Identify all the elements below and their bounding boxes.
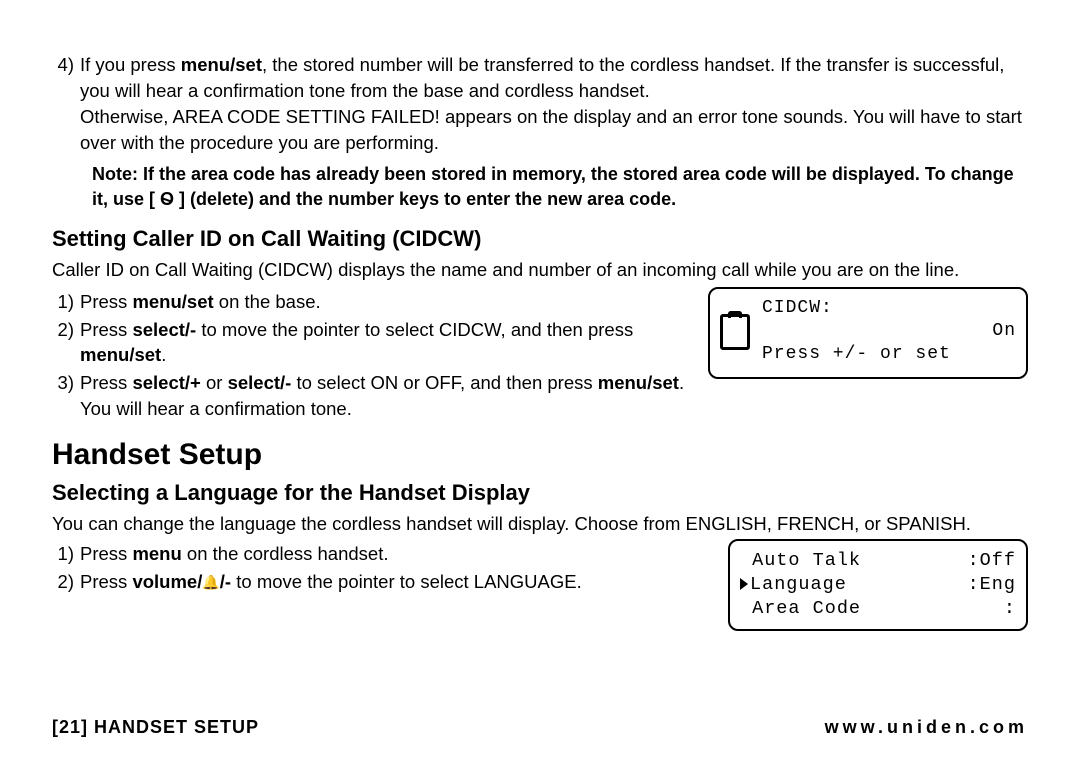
text: to move the pointer to select LANGUAGE. [231, 571, 582, 592]
key-menu: menu [132, 543, 181, 564]
step-text: Press menu on the cordless handset. [80, 541, 716, 567]
lcd-value: : [1004, 597, 1016, 621]
text: to select ON or OFF, and then press [291, 372, 597, 393]
cidcw-step-3: 3) Press select/+ or select/- to select … [52, 370, 696, 422]
key-menu-set: menu/set [80, 344, 161, 365]
step-text: If you press menu/set, the stored number… [80, 52, 1028, 156]
lcd-display-language: Auto Talk :Off Language :Eng Area Code : [728, 539, 1028, 631]
key-menu-set: menu/set [181, 54, 262, 75]
text: on the base. [214, 291, 321, 312]
lcd-menu-row: Area Code : [740, 597, 1016, 621]
text: or [201, 372, 228, 393]
text: Press [80, 543, 132, 564]
text: Press [80, 291, 132, 312]
cidcw-steps: 1) Press menu/set on the base. 2) Press … [52, 287, 696, 422]
footer-left: [21] HANDSET SETUP [52, 715, 259, 740]
battery-icon [720, 314, 750, 350]
bell-icon: 🔔 [202, 573, 219, 593]
lang-step-1: 1) Press menu on the cordless handset. [52, 541, 716, 567]
language-steps: 1) Press menu on the cordless handset. 2… [52, 539, 716, 595]
lcd-label: Language [740, 573, 847, 597]
text: /- [220, 571, 231, 592]
step-number: 2) [52, 569, 80, 595]
lcd-line: On [762, 320, 1016, 343]
lcd-value: :Off [968, 549, 1016, 573]
step-number: 1) [52, 289, 80, 315]
lcd-menu-row: Auto Talk :Off [740, 549, 1016, 573]
step-text: Press select/+ or select/- to select ON … [80, 370, 696, 422]
text: If you press [80, 54, 181, 75]
heading-handset-setup: Handset Setup [52, 434, 1028, 476]
note-block: Note: If the area code has already been … [52, 162, 1028, 212]
delete-key-icon: O [160, 187, 174, 212]
lcd-line: CIDCW: [762, 297, 1016, 320]
text: Press [80, 571, 132, 592]
cidcw-step-1: 1) Press menu/set on the base. [52, 289, 696, 315]
lcd-label: Auto Talk [740, 549, 861, 573]
heading-language: Selecting a Language for the Handset Dis… [52, 478, 1028, 509]
heading-cidcw: Setting Caller ID on Call Waiting (CIDCW… [52, 224, 1028, 255]
step-number: 2) [52, 317, 80, 369]
step-number: 4) [52, 52, 80, 156]
step-number: 3) [52, 370, 80, 422]
page-number: [21] [52, 717, 88, 737]
key-menu-set: menu/set [598, 372, 679, 393]
cidcw-intro: Caller ID on Call Waiting (CIDCW) displa… [52, 257, 1028, 283]
key-select-minus: select/- [132, 319, 196, 340]
step-4: 4) If you press menu/set, the stored num… [52, 52, 1028, 156]
key-menu-set: menu/set [132, 291, 213, 312]
text: on the cordless handset. [182, 543, 389, 564]
note-text: ] (delete) and the number keys to enter … [174, 189, 676, 209]
step-text: Press menu/set on the base. [80, 289, 696, 315]
key-select-plus: select/+ [132, 372, 200, 393]
key-volume: volume/🔔/- [132, 571, 231, 592]
text: . [161, 344, 166, 365]
text: Language [750, 574, 847, 595]
text: Otherwise, AREA CODE SETTING FAILED! app… [80, 104, 1028, 156]
step-number: 1) [52, 541, 80, 567]
text: Press [80, 319, 132, 340]
key-select-minus: select/- [228, 372, 292, 393]
text: Press [80, 372, 132, 393]
step-text: Press select/- to move the pointer to se… [80, 317, 696, 369]
lcd-line: Press +/- or set [762, 343, 1016, 366]
lcd-menu-row-selected: Language :Eng [740, 573, 1016, 597]
lcd-display-cidcw: CIDCW: On Press +/- or set [708, 287, 1028, 379]
footer-url: www.uniden.com [825, 715, 1028, 740]
lcd-value: :Eng [968, 573, 1016, 597]
text: volume/ [132, 571, 202, 592]
section-name: HANDSET SETUP [94, 717, 259, 737]
lang-step-2: 2) Press volume/🔔/- to move the pointer … [52, 569, 716, 595]
text: to move the pointer to select CIDCW, and… [196, 319, 633, 340]
step-text: Press volume/🔔/- to move the pointer to … [80, 569, 716, 595]
page-footer: [21] HANDSET SETUP www.uniden.com [52, 715, 1028, 740]
cidcw-step-2: 2) Press select/- to move the pointer to… [52, 317, 696, 369]
language-intro: You can change the language the cordless… [52, 511, 1028, 537]
pointer-icon [740, 578, 748, 590]
page-body: 4) If you press menu/set, the stored num… [52, 52, 1028, 631]
lcd-label: Area Code [740, 597, 861, 621]
